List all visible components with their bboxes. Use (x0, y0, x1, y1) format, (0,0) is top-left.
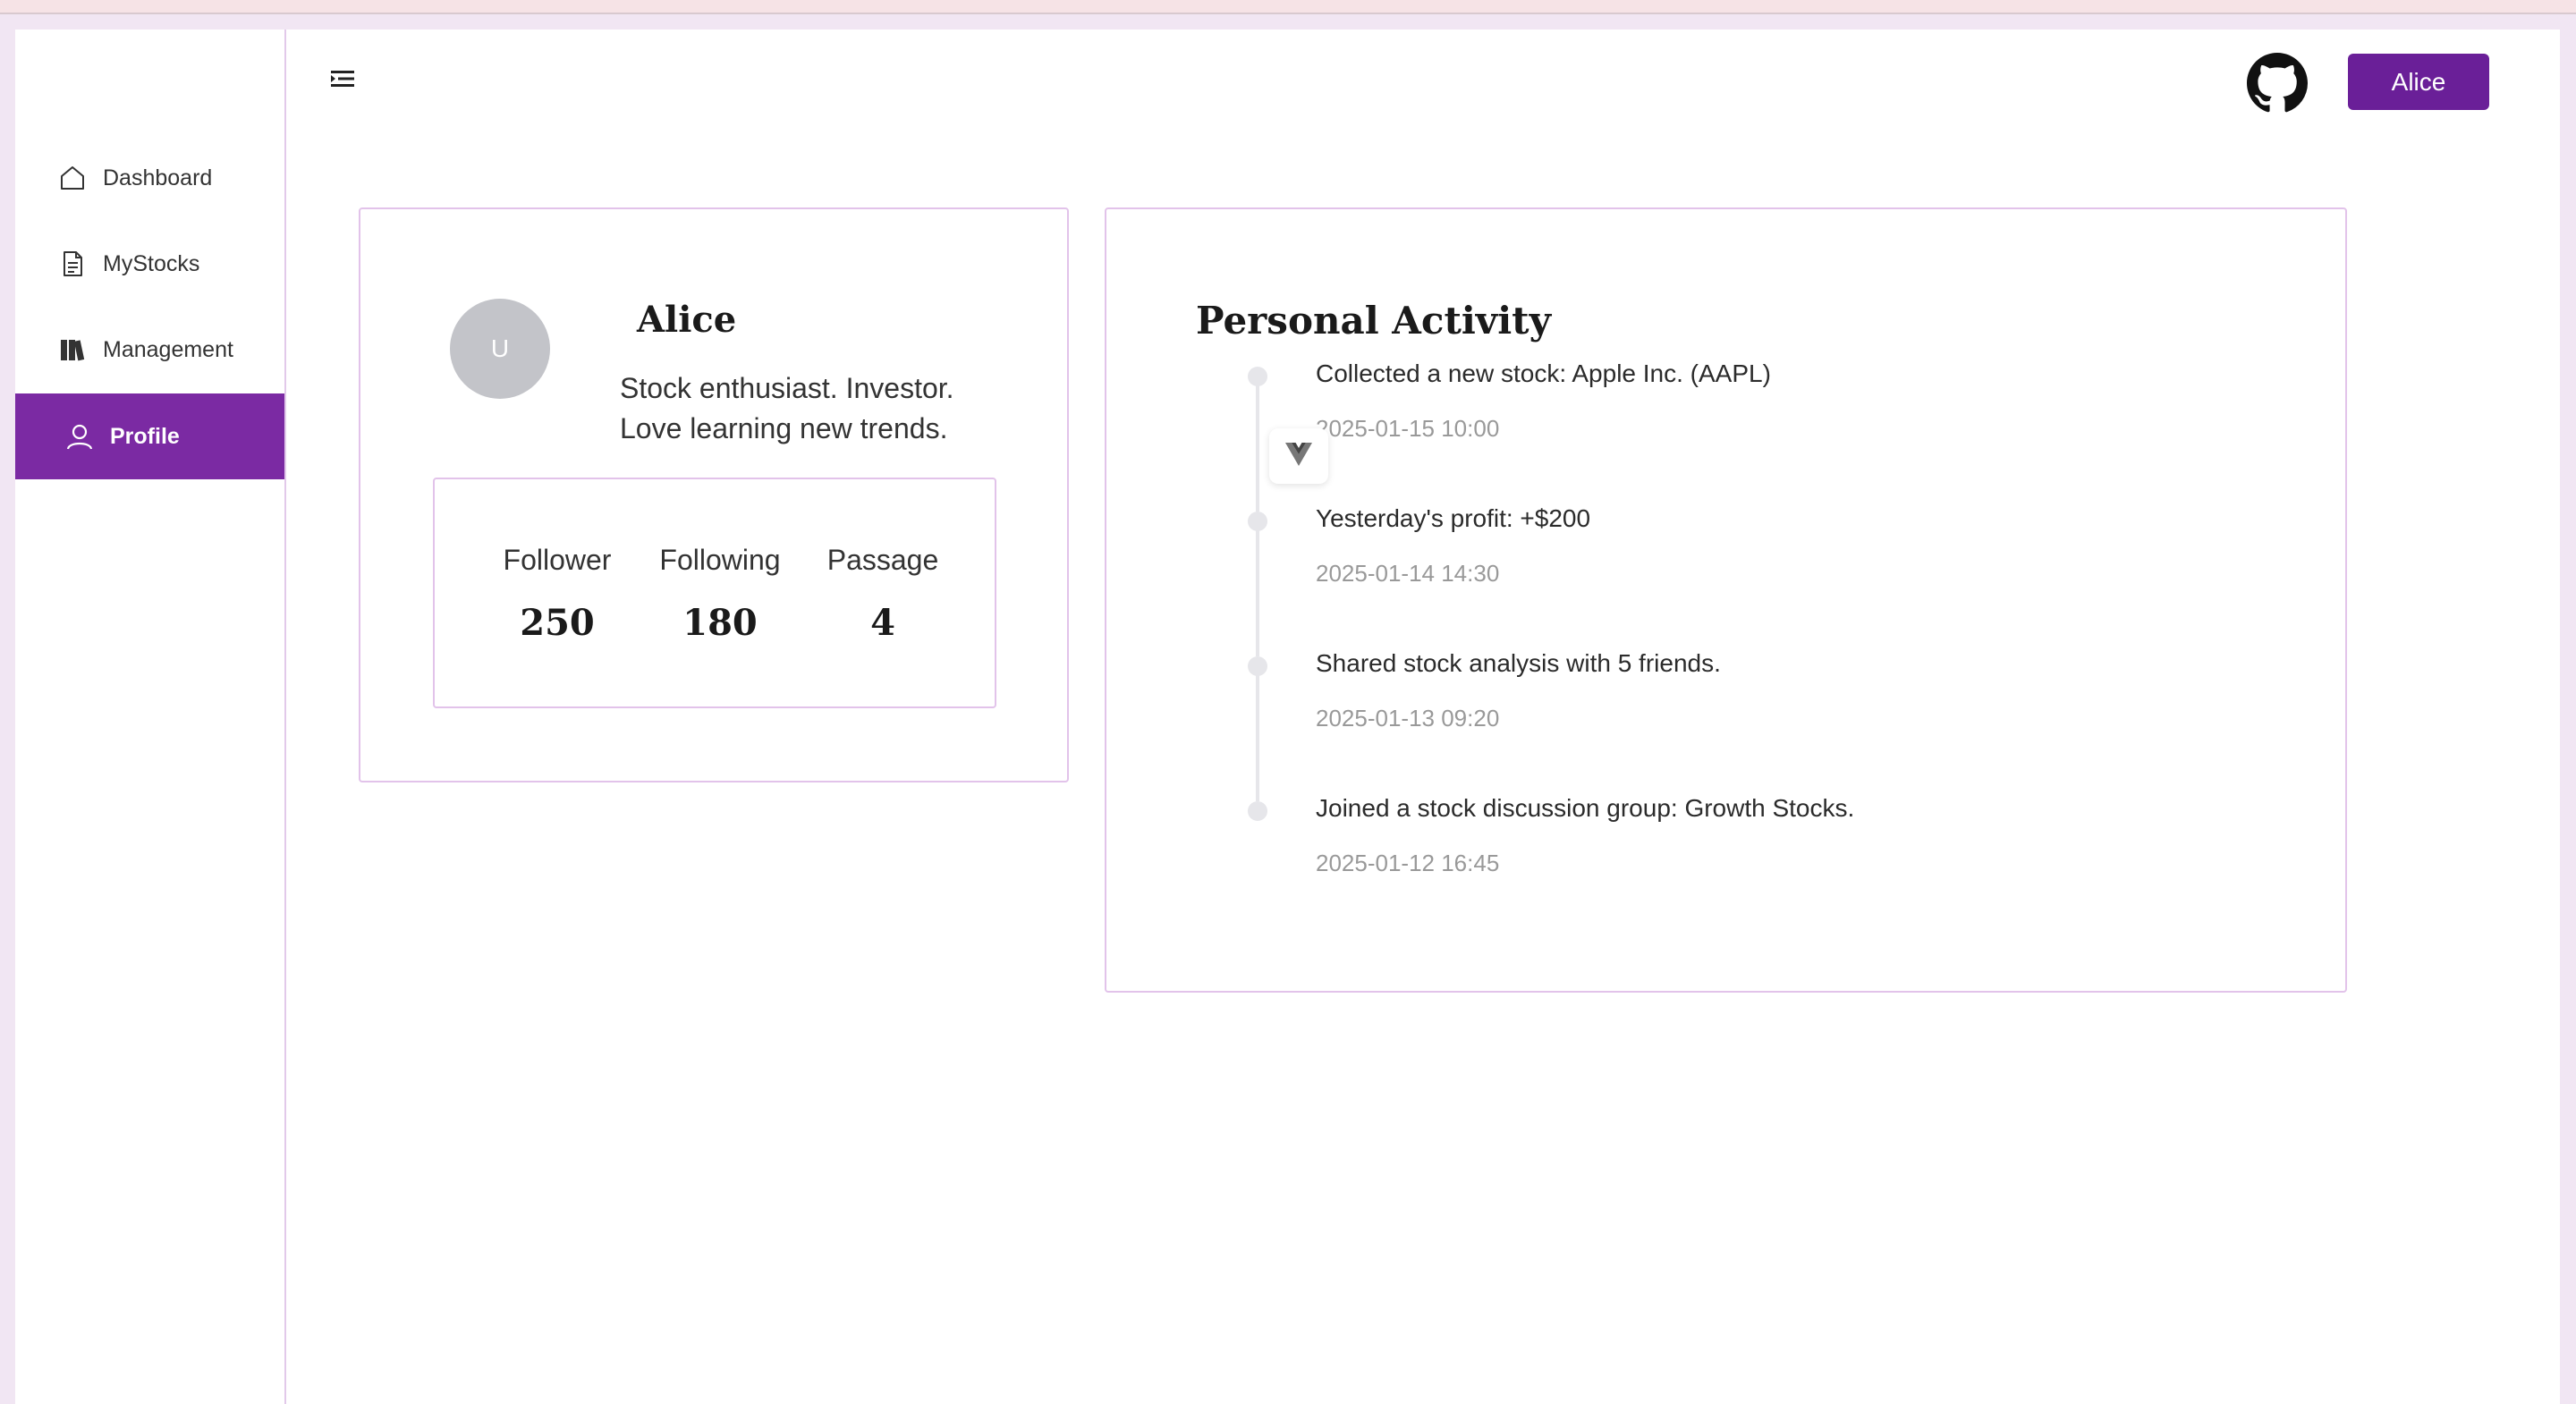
sidebar-item-label: Profile (110, 423, 180, 449)
github-link[interactable] (2247, 53, 2308, 114)
app-window: Dashboard MyStocks Management Profile Al… (15, 30, 2560, 1404)
vue-devtools-button[interactable] (1269, 428, 1328, 484)
stat-value: 4 (870, 602, 895, 644)
profile-stats: Follower 250 Following 180 Passage 4 (433, 478, 996, 708)
books-icon (58, 335, 87, 364)
stat-passage: Passage 4 (811, 544, 954, 644)
user-icon (65, 422, 94, 451)
user-menu-button[interactable]: Alice (2348, 54, 2489, 110)
menu-collapse-button[interactable] (327, 65, 358, 96)
sidebar-item-label: Management (103, 336, 233, 362)
sidebar-item-management[interactable]: Management (15, 307, 284, 393)
timeline-dot (1248, 512, 1267, 531)
sidebar: Dashboard MyStocks Management Profile (15, 30, 286, 1404)
profile-card: U Alice Stock enthusiast. Investor. Love… (359, 207, 1069, 782)
github-icon (2247, 53, 2308, 117)
stat-value: 250 (520, 602, 595, 644)
document-icon (58, 250, 87, 278)
timeline-item-time: 2025-01-14 14:30 (1316, 560, 1500, 587)
stat-value: 180 (682, 602, 758, 644)
timeline-item-time: 2025-01-12 16:45 (1316, 850, 1500, 876)
stat-follower: Follower 250 (486, 544, 629, 644)
timeline-item-text: Shared stock analysis with 5 friends. (1316, 649, 1721, 677)
timeline-dot (1248, 656, 1267, 676)
timeline-item-time: 2025-01-13 09:20 (1316, 705, 1500, 732)
sidebar-item-profile[interactable]: Profile (15, 393, 284, 479)
sidebar-item-mystocks[interactable]: MyStocks (15, 221, 284, 307)
timeline-dot (1248, 801, 1267, 821)
timeline-dot (1248, 367, 1267, 386)
timeline-connector (1256, 530, 1259, 656)
timeline-connector (1256, 675, 1259, 801)
activity-title: Personal Activity (1196, 299, 1551, 343)
sidebar-item-label: MyStocks (103, 250, 200, 276)
timeline-item-text: Joined a stock discussion group: Growth … (1316, 794, 1855, 822)
stat-label: Passage (826, 544, 939, 576)
home-icon (58, 164, 87, 192)
avatar[interactable]: U (450, 299, 550, 399)
activity-card: Personal Activity Collected a new stock:… (1105, 207, 2347, 993)
stat-label: Following (659, 544, 781, 576)
timeline-item-time: 2025-01-15 10:00 (1316, 415, 1500, 442)
menu-collapse-icon (331, 69, 354, 93)
timeline-item-text: Yesterday's profit: +$200 (1316, 504, 1591, 532)
vue-logo-icon (1285, 442, 1312, 470)
browser-top-strip (0, 0, 2576, 14)
profile-bio: Stock enthusiast. Investor. Love learnin… (620, 372, 954, 444)
stat-label: Follower (503, 544, 612, 576)
profile-name: Alice (637, 299, 737, 341)
sidebar-item-dashboard[interactable]: Dashboard (15, 135, 284, 221)
sidebar-item-label: Dashboard (103, 165, 213, 190)
timeline-connector (1256, 385, 1259, 512)
stat-following: Following 180 (648, 544, 792, 644)
timeline-item-text: Collected a new stock: Apple Inc. (AAPL) (1316, 359, 1771, 387)
